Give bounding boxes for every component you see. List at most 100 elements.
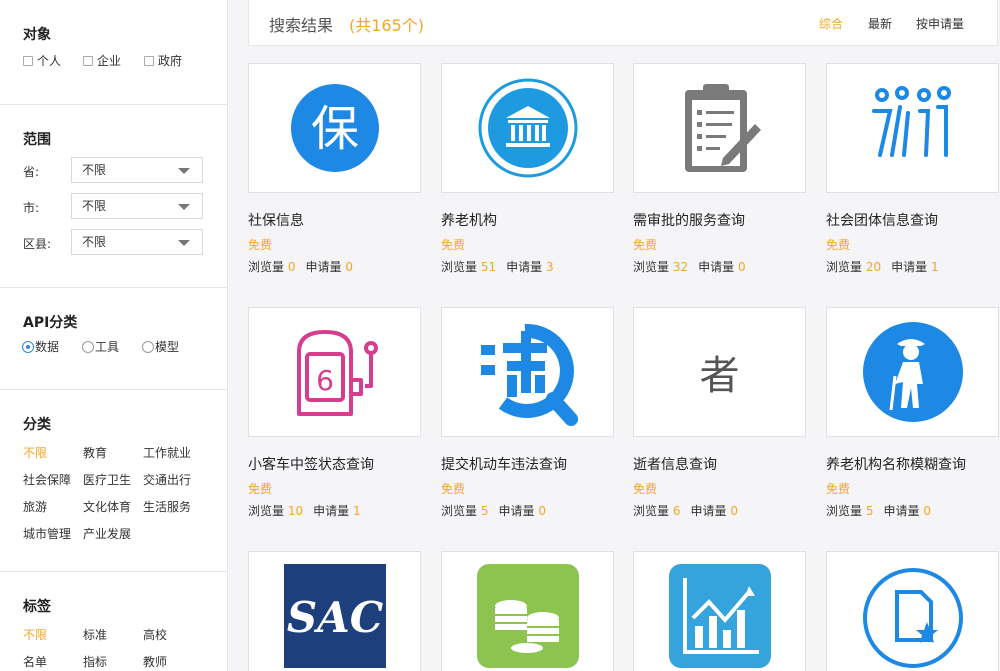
chevron-down-icon bbox=[178, 240, 190, 246]
checkbox-enterprise[interactable]: 企业 bbox=[83, 52, 121, 69]
api-card[interactable]: 6 小客车中签状态查询 免费 浏览量 10 申请量 1 bbox=[248, 307, 421, 518]
bank-icon bbox=[478, 78, 577, 178]
card-thumbnail[interactable] bbox=[633, 551, 806, 671]
category-item[interactable]: 旅游 bbox=[23, 498, 47, 515]
api-card[interactable] bbox=[441, 551, 614, 671]
card-price: 免费 bbox=[633, 238, 658, 252]
category-item[interactable]: 工作就业 bbox=[143, 444, 191, 461]
api-card[interactable]: 保 社保信息 免费 浏览量 0 申请量 0 bbox=[248, 63, 421, 274]
bao-icon: 保 bbox=[290, 84, 379, 172]
tag-item[interactable]: 教师 bbox=[143, 653, 167, 670]
api-category-title: API分类 bbox=[23, 315, 78, 331]
api-card[interactable]: 养老机构名称模糊查询 免费 浏览量 5 申请量 0 bbox=[826, 307, 999, 518]
results-header: 搜索结果 (共165个) 综合 最新 按申请量 bbox=[248, 0, 998, 46]
card-title[interactable]: 小客车中签状态查询 bbox=[248, 454, 374, 474]
card-title[interactable]: 社保信息 bbox=[248, 210, 304, 230]
sort-comprehensive[interactable]: 综合 bbox=[819, 15, 843, 32]
tag-item[interactable]: 不限 bbox=[23, 626, 47, 643]
card-thumbnail[interactable]: SAC bbox=[248, 551, 421, 671]
card-title[interactable]: 养老机构 bbox=[441, 210, 497, 230]
city-select[interactable]: 不限 bbox=[71, 193, 203, 219]
card-title[interactable]: 逝者信息查询 bbox=[633, 454, 717, 474]
checkbox-box[interactable] bbox=[144, 55, 154, 66]
api-category-section: API分类 数据 工具 模型 bbox=[0, 288, 227, 390]
category-item[interactable]: 教育 bbox=[83, 444, 107, 461]
card-title[interactable]: 需审批的服务查询 bbox=[633, 210, 745, 230]
tag-item[interactable]: 名单 bbox=[23, 653, 47, 670]
tag-item[interactable]: 标准 bbox=[83, 626, 107, 643]
filter-sidebar: 对象 个人 企业 政府 范围 省: 不限 市: 不限 区县: 不限 API分类 … bbox=[0, 0, 228, 671]
bar-chart-icon bbox=[668, 564, 771, 668]
api-card[interactable] bbox=[633, 551, 806, 671]
card-thumbnail[interactable] bbox=[826, 63, 999, 193]
province-select[interactable]: 不限 bbox=[71, 157, 203, 183]
card-stats: 浏览量 0 申请量 0 bbox=[248, 260, 353, 274]
violation-icon bbox=[480, 323, 578, 426]
radio-dot[interactable] bbox=[142, 340, 154, 353]
api-card[interactable] bbox=[826, 551, 999, 671]
sort-by-requests[interactable]: 按申请量 bbox=[916, 15, 964, 32]
card-thumbnail[interactable] bbox=[441, 63, 614, 193]
svg-text:SAC: SAC bbox=[286, 593, 383, 642]
svg-text:6: 6 bbox=[316, 364, 334, 397]
tag-item[interactable]: 指标 bbox=[83, 653, 107, 670]
scope-section: 范围 省: 不限 市: 不限 区县: 不限 bbox=[0, 105, 227, 288]
svg-text:保: 保 bbox=[310, 101, 358, 157]
tag-item[interactable]: 高校 bbox=[143, 626, 167, 643]
category-item[interactable]: 交通出行 bbox=[143, 471, 191, 488]
card-price: 免费 bbox=[248, 482, 273, 496]
checkbox-box[interactable] bbox=[83, 55, 93, 66]
elderly-icon bbox=[862, 322, 963, 422]
district-label: 区县: bbox=[23, 237, 52, 251]
api-card[interactable]: 养老机构 免费 浏览量 51 申请量 3 bbox=[441, 63, 614, 274]
api-card[interactable]: SAC bbox=[248, 551, 421, 671]
card-thumbnail[interactable] bbox=[441, 307, 614, 437]
card-stats: 浏览量 6 申请量 0 bbox=[633, 504, 738, 518]
sort-latest[interactable]: 最新 bbox=[868, 15, 892, 32]
card-thumbnail[interactable] bbox=[633, 63, 806, 193]
category-item[interactable]: 文化体育 bbox=[83, 498, 131, 515]
checkbox-personal[interactable]: 个人 bbox=[23, 52, 61, 69]
card-price: 免费 bbox=[826, 238, 851, 252]
card-thumbnail[interactable] bbox=[441, 551, 614, 671]
clipboard-icon bbox=[684, 84, 761, 172]
card-thumbnail[interactable]: 6 bbox=[248, 307, 421, 437]
results-count: (共165个) bbox=[349, 16, 425, 35]
category-item[interactable]: 医疗卫生 bbox=[83, 471, 131, 488]
object-section: 对象 个人 企业 政府 bbox=[0, 0, 227, 105]
radio-data[interactable]: 数据 bbox=[22, 338, 59, 355]
card-thumbnail[interactable] bbox=[826, 307, 999, 437]
radio-tool[interactable]: 工具 bbox=[82, 338, 119, 355]
object-title: 对象 bbox=[23, 27, 51, 43]
card-title[interactable]: 养老机构名称模糊查询 bbox=[826, 454, 966, 474]
radio-dot[interactable] bbox=[22, 340, 34, 353]
radio-dot[interactable] bbox=[82, 340, 94, 353]
card-stats: 浏览量 5 申请量 0 bbox=[826, 504, 931, 518]
category-item[interactable]: 社会保障 bbox=[23, 471, 71, 488]
checkbox-box[interactable] bbox=[23, 55, 33, 66]
card-title[interactable]: 社会团体信息查询 bbox=[826, 210, 938, 230]
category-item[interactable]: 产业发展 bbox=[83, 525, 131, 542]
card-stats: 浏览量 10 申请量 1 bbox=[248, 504, 361, 518]
api-card[interactable]: 者 逝者信息查询 免费 浏览量 6 申请量 0 bbox=[633, 307, 806, 518]
card-thumbnail[interactable] bbox=[826, 551, 999, 671]
api-card[interactable]: 提交机动车违法查询 免费 浏览量 5 申请量 0 bbox=[441, 307, 614, 518]
api-card[interactable]: 需审批的服务查询 免费 浏览量 32 申请量 0 bbox=[633, 63, 806, 274]
card-thumbnail[interactable]: 保 bbox=[248, 63, 421, 193]
province-label: 省: bbox=[23, 165, 40, 179]
category-item[interactable]: 生活服务 bbox=[143, 498, 191, 515]
card-title[interactable]: 提交机动车违法查询 bbox=[441, 454, 567, 474]
card-thumbnail[interactable]: 者 bbox=[633, 307, 806, 437]
api-card[interactable]: 社会团体信息查询 免费 浏览量 20 申请量 1 bbox=[826, 63, 999, 274]
card-stats: 浏览量 51 申请量 3 bbox=[441, 260, 554, 274]
chevron-down-icon bbox=[178, 204, 190, 210]
category-item[interactable]: 城市管理 bbox=[23, 525, 71, 542]
district-select[interactable]: 不限 bbox=[71, 229, 203, 255]
card-stats: 浏览量 20 申请量 1 bbox=[826, 260, 939, 274]
card-price: 免费 bbox=[441, 238, 466, 252]
checkbox-government[interactable]: 政府 bbox=[144, 52, 182, 69]
document-star-icon bbox=[862, 568, 963, 668]
category-item[interactable]: 不限 bbox=[23, 444, 47, 461]
slot-machine-icon: 6 bbox=[296, 330, 378, 416]
radio-model[interactable]: 模型 bbox=[142, 338, 179, 355]
